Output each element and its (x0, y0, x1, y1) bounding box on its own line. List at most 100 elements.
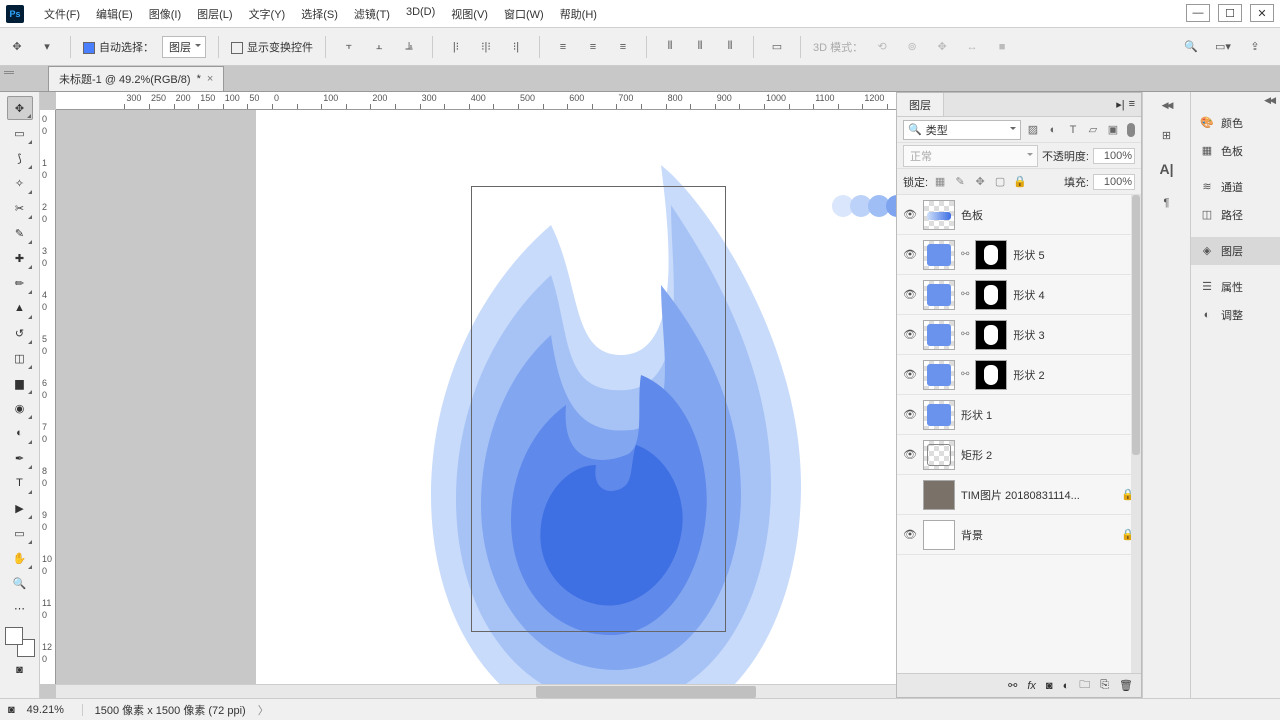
menu-图像(I)[interactable]: 图像(I) (141, 6, 189, 22)
layer-row[interactable]: 👁形状 1 (897, 395, 1141, 435)
auto-align-icon[interactable]: ▭ (766, 36, 788, 58)
visibility-toggle[interactable]: 👁 (903, 328, 917, 341)
pen-tool[interactable]: ✒ (7, 446, 33, 470)
layer-row[interactable]: TIM图片 20180831114...🔒 (897, 475, 1141, 515)
layer-name[interactable]: 形状 2 (1013, 367, 1135, 383)
visibility-toggle[interactable]: 👁 (903, 288, 917, 301)
layer-thumbnail[interactable] (923, 280, 955, 310)
healing-tool[interactable]: ✚ (7, 246, 33, 270)
panel-btn-调整[interactable]: ◐调整 (1191, 301, 1280, 329)
zoom-tool[interactable]: 🔍 (7, 571, 33, 595)
link-layers-icon[interactable]: ⚯ (1008, 679, 1017, 692)
add-mask-icon[interactable]: ◙ (1046, 680, 1053, 692)
layer-list[interactable]: 👁色板👁⚯形状 5👁⚯形状 4👁⚯形状 3👁⚯形状 2👁形状 1👁矩形 2TIM… (897, 195, 1141, 673)
move-tool-icon[interactable]: ✥ (6, 36, 28, 58)
collapse-toggle[interactable]: ◀◀ (1162, 100, 1172, 111)
ruler-vertical[interactable]: 00102030405060708090100110120130 (40, 110, 56, 684)
visibility-toggle[interactable]: 👁 (903, 368, 917, 381)
hand-tool[interactable]: ✋ (7, 546, 33, 570)
lock-artboard-icon[interactable]: ▢ (992, 175, 1008, 188)
zoom-level[interactable]: 49.21% (27, 704, 83, 716)
3d-zoom-icon[interactable]: ■ (991, 36, 1013, 58)
screen-mode-icon[interactable]: ▭▾ (1212, 36, 1234, 58)
layer-name[interactable]: 形状 1 (961, 407, 1135, 423)
layer-row[interactable]: 👁⚯形状 3 (897, 315, 1141, 355)
document-tab[interactable]: 未标题-1 @ 49.2%(RGB/8) * × (48, 66, 224, 91)
panel-icon-paragraph[interactable]: ¶ (1157, 193, 1177, 213)
distribute-top-icon[interactable]: ≡ (552, 36, 574, 58)
layer-row[interactable]: 👁⚯形状 4 (897, 275, 1141, 315)
close-tab-icon[interactable]: × (207, 73, 213, 85)
panel-btn-图层[interactable]: ◈图层 (1191, 237, 1280, 265)
close-button[interactable]: ✕ (1250, 4, 1274, 22)
new-layer-icon[interactable]: ⎘ (1100, 679, 1109, 692)
layer-row[interactable]: 👁矩形 2 (897, 435, 1141, 475)
layer-kind-filter[interactable]: 🔍类型 (903, 120, 1021, 140)
menu-文字(Y)[interactable]: 文字(Y) (241, 6, 294, 22)
layer-thumbnail[interactable] (923, 440, 955, 470)
dodge-tool[interactable]: ◐ (7, 421, 33, 445)
visibility-toggle[interactable]: 👁 (903, 248, 917, 261)
layer-mask-thumbnail[interactable] (975, 240, 1007, 270)
show-transform-checkbox[interactable]: 显示变换控件 (231, 39, 313, 55)
crop-tool[interactable]: ✂ (7, 196, 33, 220)
panel-btn-属性[interactable]: ☰属性 (1191, 273, 1280, 301)
distribute-hcenter-icon[interactable]: ⦀ (689, 36, 711, 58)
doc-info[interactable]: 1500 像素 x 1500 像素 (72 ppi) (95, 702, 246, 718)
layers-scrollbar[interactable] (1131, 195, 1141, 673)
doc-info-menu[interactable]: 〉 (258, 702, 269, 718)
move-tool[interactable]: ✥ (7, 96, 33, 120)
3d-roll-icon[interactable]: ⊚ (901, 36, 923, 58)
menu-编辑(E)[interactable]: 编辑(E) (88, 6, 141, 22)
path-select-tool[interactable]: ▶ (7, 496, 33, 520)
layer-row[interactable]: 👁背景🔒 (897, 515, 1141, 555)
distribute-left-icon[interactable]: ⦀ (659, 36, 681, 58)
menu-3D(D)[interactable]: 3D(D) (398, 6, 443, 22)
layer-row[interactable]: 👁 色板 (897, 195, 1141, 235)
menu-文件(F)[interactable]: 文件(F) (36, 6, 88, 22)
filter-toggle[interactable] (1127, 123, 1135, 137)
collapse-toggle-right[interactable]: ◀◀ (1258, 92, 1280, 109)
align-bottom-icon[interactable]: ⫡ (398, 36, 420, 58)
search-icon[interactable]: 🔍 (1180, 36, 1202, 58)
foreground-color[interactable] (5, 627, 23, 645)
opacity-input[interactable]: 100% (1093, 148, 1135, 164)
panel-icon-character[interactable]: A| (1157, 159, 1177, 179)
layers-tab[interactable]: 图层 (897, 93, 944, 116)
panel-menu-icon[interactable]: ≡ (1129, 98, 1135, 111)
menu-选择(S)[interactable]: 选择(S) (293, 6, 346, 22)
align-top-icon[interactable]: ⫟ (338, 36, 360, 58)
panel-btn-路径[interactable]: ◫路径 (1191, 201, 1280, 229)
stamp-tool[interactable]: ▲ (7, 296, 33, 320)
align-left-icon[interactable]: |⁝ (445, 36, 467, 58)
layer-name[interactable]: 矩形 2 (961, 447, 1135, 463)
rectangle-tool[interactable]: ▭ (7, 521, 33, 545)
quick-mask-status[interactable]: ◙ (8, 704, 15, 716)
3d-pan-icon[interactable]: ✥ (931, 36, 953, 58)
quick-select-tool[interactable]: ✧ (7, 171, 33, 195)
maximize-button[interactable]: ☐ (1218, 4, 1242, 22)
filter-smart-icon[interactable]: ▣ (1105, 122, 1121, 138)
visibility-toggle[interactable]: 👁 (903, 528, 917, 541)
layer-thumbnail[interactable] (923, 360, 955, 390)
lock-position-icon[interactable]: ✥ (972, 175, 988, 188)
layer-thumbnail[interactable] (923, 240, 955, 270)
layer-name[interactable]: 形状 4 (1013, 287, 1135, 303)
menu-滤镜(T)[interactable]: 滤镜(T) (346, 6, 398, 22)
align-vcenter-icon[interactable]: ⫠ (368, 36, 390, 58)
align-right-icon[interactable]: ⁝| (505, 36, 527, 58)
filter-pixel-icon[interactable]: ▨ (1025, 122, 1041, 138)
marquee-tool[interactable]: ▭ (7, 121, 33, 145)
layer-fx-icon[interactable]: fx (1027, 680, 1036, 692)
new-group-icon[interactable]: 🗀 (1079, 676, 1090, 695)
layer-mask-thumbnail[interactable] (975, 360, 1007, 390)
distribute-vcenter-icon[interactable]: ≡ (582, 36, 604, 58)
layer-name[interactable]: 色板 (961, 207, 1135, 223)
menu-视图(V)[interactable]: 视图(V) (443, 6, 496, 22)
visibility-toggle[interactable]: 👁 (903, 208, 917, 221)
brush-tool[interactable]: ✏ (7, 271, 33, 295)
tool-preset-dropdown[interactable]: ▾ (36, 36, 58, 58)
color-swatches[interactable] (5, 627, 35, 657)
fill-input[interactable]: 100% (1093, 174, 1135, 190)
layer-mask-thumbnail[interactable] (975, 320, 1007, 350)
